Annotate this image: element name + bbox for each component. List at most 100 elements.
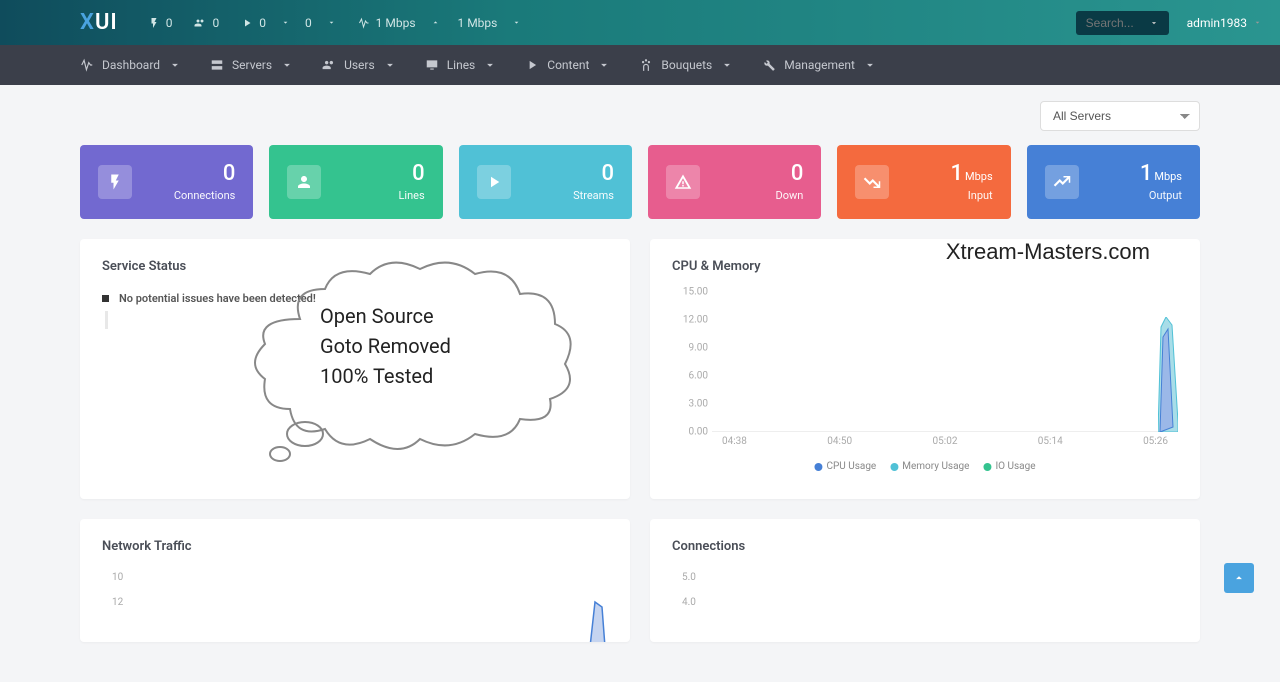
chevron-down-icon	[483, 58, 497, 72]
card-output[interactable]: 1Mbps Output	[1027, 145, 1200, 219]
y-tick: 12.00	[683, 315, 708, 326]
server-icon	[210, 58, 224, 72]
warning-icon	[674, 173, 692, 191]
chart-y-axis: 15.00 12.00 9.00 6.00 3.00 0.00	[672, 292, 712, 432]
navbar: Dashboard Servers Users Lines Content Bo…	[0, 45, 1280, 85]
server-select[interactable]: All Servers	[1040, 101, 1200, 131]
y-tick: 12	[112, 597, 608, 608]
cloud-line-2: Goto Removed	[320, 331, 451, 361]
legend-io: IO Usage	[983, 461, 1035, 472]
chevron-down-icon	[1149, 18, 1159, 28]
card-label: Input	[903, 189, 992, 202]
nav-bouquets[interactable]: Bouquets	[639, 58, 734, 72]
arrow-down-icon	[327, 18, 336, 27]
scroll-top-button[interactable]	[1224, 563, 1254, 593]
panel-title: Network Traffic	[102, 539, 608, 554]
nav-content[interactable]: Content	[525, 58, 611, 72]
chart-plot-area	[712, 292, 1178, 432]
stat-users-val: 0	[212, 16, 219, 30]
stat-down-val: 0	[305, 16, 312, 30]
nav-label: Dashboard	[102, 58, 160, 72]
chevron-up-icon	[1232, 571, 1246, 585]
card-down[interactable]: 0Down	[648, 145, 821, 219]
user-name: admin1983	[1187, 16, 1247, 30]
card-streams[interactable]: 0Streams	[459, 145, 632, 219]
trend-down-icon	[863, 173, 881, 191]
pulse-icon	[80, 58, 94, 72]
nav-users[interactable]: Users	[322, 58, 397, 72]
search-input[interactable]	[1086, 16, 1141, 30]
arrow-down-icon	[281, 18, 290, 27]
monitor-icon	[425, 58, 439, 72]
logo[interactable]: XUI	[80, 10, 118, 35]
legend-memory: Memory Usage	[890, 461, 969, 472]
nav-label: Users	[344, 58, 375, 72]
card-label: Lines	[335, 189, 424, 202]
card-label: Down	[714, 189, 803, 202]
x-tick: 05:26	[1143, 436, 1168, 450]
panel-connections: Connections 5.0 4.0	[650, 519, 1200, 642]
nav-label: Content	[547, 58, 589, 72]
annotation-cloud: Open Source Goto Removed 100% Tested	[210, 259, 590, 469]
chevron-down-icon	[1253, 18, 1262, 27]
card-label: Connections	[146, 189, 235, 202]
arrow-up-icon	[431, 18, 440, 27]
logo-x: X	[80, 10, 95, 35]
card-unit: Mbps	[1154, 170, 1182, 183]
stat-bolt[interactable]: 0	[148, 16, 173, 30]
nav-label: Servers	[232, 58, 272, 72]
card-connections[interactable]: 0Connections	[80, 145, 253, 219]
chevron-down-icon	[280, 58, 294, 72]
cloud-line-3: 100% Tested	[320, 361, 451, 391]
server-filter: All Servers	[80, 101, 1200, 131]
card-unit: Mbps	[965, 170, 993, 183]
play-icon	[241, 17, 253, 29]
stat-down-rate: 1 Mbps	[457, 16, 497, 30]
chevron-down-icon	[863, 58, 877, 72]
connections-y-axis: 5.0 4.0	[672, 572, 1178, 608]
card-value: 1	[1140, 161, 1153, 186]
stat-up-rate: 1 Mbps	[376, 16, 416, 30]
chart-spike-icon	[1158, 317, 1178, 432]
user-icon	[295, 173, 313, 191]
legend-dot-icon	[890, 463, 898, 471]
card-value: 1	[951, 161, 964, 186]
network-y-axis: 10 12	[102, 572, 608, 608]
stat-users[interactable]: 0	[194, 16, 219, 30]
card-input[interactable]: 1Mbps Input	[837, 145, 1010, 219]
card-lines[interactable]: 0Lines	[269, 145, 442, 219]
panel-title: Connections	[672, 539, 1178, 554]
network-spike-icon	[580, 597, 610, 642]
topbar: XUI 0 0 0 0 1 Mbps 1 Mbps admin1983	[0, 0, 1280, 45]
panel-service-status: Service Status No potential issues have …	[80, 239, 630, 499]
nav-servers[interactable]: Servers	[210, 58, 294, 72]
panel-network-traffic: Network Traffic 10 12	[80, 519, 630, 642]
search-box[interactable]	[1076, 11, 1169, 35]
bolt-icon	[106, 173, 124, 191]
arrow-down-icon	[512, 18, 521, 27]
flower-icon	[639, 58, 653, 72]
nav-management[interactable]: Management	[762, 58, 877, 72]
chevron-down-icon	[597, 58, 611, 72]
x-tick: 04:38	[722, 436, 747, 450]
watermark-text: Xtream-Masters.com	[946, 239, 1150, 265]
y-tick: 9.00	[689, 343, 709, 354]
x-tick: 05:14	[1038, 436, 1063, 450]
annotation-text: Open Source Goto Removed 100% Tested	[320, 301, 451, 391]
legend-dot-icon	[983, 463, 991, 471]
legend-dot-icon	[814, 463, 822, 471]
legend-label: IO Usage	[995, 461, 1035, 472]
card-label: Output	[1093, 189, 1182, 202]
nav-dashboard[interactable]: Dashboard	[80, 58, 182, 72]
panel-cpu-memory: CPU & Memory Xtream-Masters.com 15.00 12…	[650, 239, 1200, 499]
stat-play[interactable]: 0 0	[241, 16, 335, 30]
legend-label: CPU Usage	[826, 461, 876, 472]
stat-bandwidth[interactable]: 1 Mbps 1 Mbps	[358, 16, 522, 30]
y-tick: 10	[112, 572, 608, 583]
users-icon	[322, 58, 336, 72]
users-icon	[194, 17, 206, 29]
user-menu[interactable]: admin1983	[1187, 16, 1262, 30]
chart-legend: CPU Usage Memory Usage IO Usage	[814, 461, 1035, 472]
nav-lines[interactable]: Lines	[425, 58, 498, 72]
status-bar	[105, 311, 108, 329]
